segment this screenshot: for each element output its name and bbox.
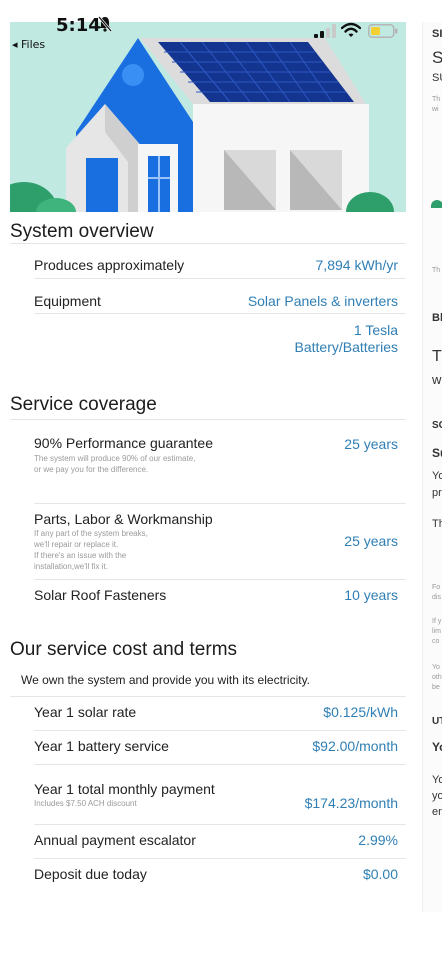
performance-note-line2: or we pay you for the difference. [34,465,149,474]
rp-text: Th [432,518,442,530]
status-time: 5:14 [56,15,101,36]
fasteners-value: 10 years [344,587,398,603]
solar-rate-value: $0.125/kWh [323,704,398,720]
rp-text: Su [432,446,442,460]
overview-row-battery: 1 Tesla Battery/Batteries [34,314,406,360]
rp-text: oth [432,674,442,681]
cost-row-escalator: Annual payment escalator 2.99% [34,825,406,859]
cellular-signal-icon [314,24,336,38]
rp-text: UT [432,716,442,727]
cost-row-total-payment: Year 1 total monthly payment Includes $7… [34,765,406,825]
escalator-value: 2.99% [358,832,398,848]
wifi-icon [341,22,361,37]
equipment-value: Solar Panels & inverters [247,293,398,309]
production-value: 7,894 kWh/yr [315,257,398,273]
total-payment-value: $174.23/month [304,795,398,811]
rp-green-shape [431,200,442,208]
rp-text: Fo [432,584,441,591]
rp-text: Th [432,96,441,103]
back-to-files-link[interactable]: ◂ Files [12,38,45,51]
coverage-row-fasteners: Solar Roof Fasteners 10 years [34,580,406,608]
rp-text: co [432,638,440,645]
performance-value: 25 years [344,436,398,452]
equipment-label: Equipment [34,293,101,309]
parts-note-line3: If there's an issue with the [34,551,127,560]
rp-text: SC [432,420,442,431]
rp-text: T [432,348,442,365]
parts-note-line2: we'll repair or replace it. [34,540,119,549]
bell-muted-icon [98,16,112,32]
coverage-row-parts: Parts, Labor & Workmanship If any part o… [34,504,406,580]
parts-note-line4: installation,we'll fix it. [34,562,108,571]
total-payment-note: Includes $7.50 ACH discount [34,799,137,808]
battery-value-line1: 1 Tesla [353,322,398,338]
rp-text: pr [432,487,442,499]
battery-service-label: Year 1 battery service [34,738,169,754]
status-bar: 5:14 ◂ Files [0,0,442,52]
cost-terms-heading: Our service cost and terms [10,639,238,660]
rp-text: SU [432,72,442,84]
rp-text: yo [432,790,442,802]
parts-label: Parts, Labor & Workmanship [34,511,213,527]
overview-row-production: Produces approximately 7,894 kWh/yr [34,244,406,279]
service-coverage-heading: Service coverage [10,394,157,415]
system-overview-heading: System overview [10,221,154,242]
fasteners-label: Solar Roof Fasteners [34,587,167,603]
cost-terms-intro: We own the system and provide you with i… [21,673,311,687]
rp-text: Yo [432,664,440,671]
cost-row-deposit: Deposit due today $0.00 [34,859,406,893]
rp-text: wi [432,106,439,113]
rp-text: Th [432,267,441,274]
coverage-row-performance: 90% Performance guarantee The system wil… [34,420,406,504]
production-label: Produces approximately [34,257,185,273]
rp-text: w [432,372,442,387]
next-page-preview[interactable]: SI S SU Th wi Th Bl T w SC Su Yo pr Th F… [422,22,442,912]
rp-text: dis [432,594,441,601]
total-payment-label: Year 1 total monthly payment [34,781,215,797]
parts-note-line1: If any part of the system breaks, [34,529,148,538]
escalator-label: Annual payment escalator [34,832,196,848]
rp-text: Yo [432,470,442,482]
rp-text: Bl [432,312,442,324]
solar-rate-label: Year 1 solar rate [34,704,137,720]
battery-value-line2: Battery/Batteries [294,339,399,355]
rp-text: be [432,684,440,691]
performance-label: 90% Performance guarantee [34,435,213,451]
performance-note-line1: The system will produce 90% of our estim… [34,454,196,463]
battery-icon [368,24,398,38]
rp-text: Yo [432,740,442,754]
battery-service-value: $92.00/month [312,738,398,754]
rp-text: en [432,806,442,818]
deposit-label: Deposit due today [34,866,147,882]
rp-text: Yo [432,774,442,786]
parts-value: 25 years [344,533,398,549]
rp-text: If y [432,618,442,625]
cost-row-battery-service: Year 1 battery service $92.00/month [34,731,406,765]
deposit-value: $0.00 [362,866,398,882]
overview-row-equipment: Equipment Solar Panels & inverters [34,279,406,314]
rp-text: lim [432,628,441,635]
cost-row-solar-rate: Year 1 solar rate $0.125/kWh [34,697,406,731]
